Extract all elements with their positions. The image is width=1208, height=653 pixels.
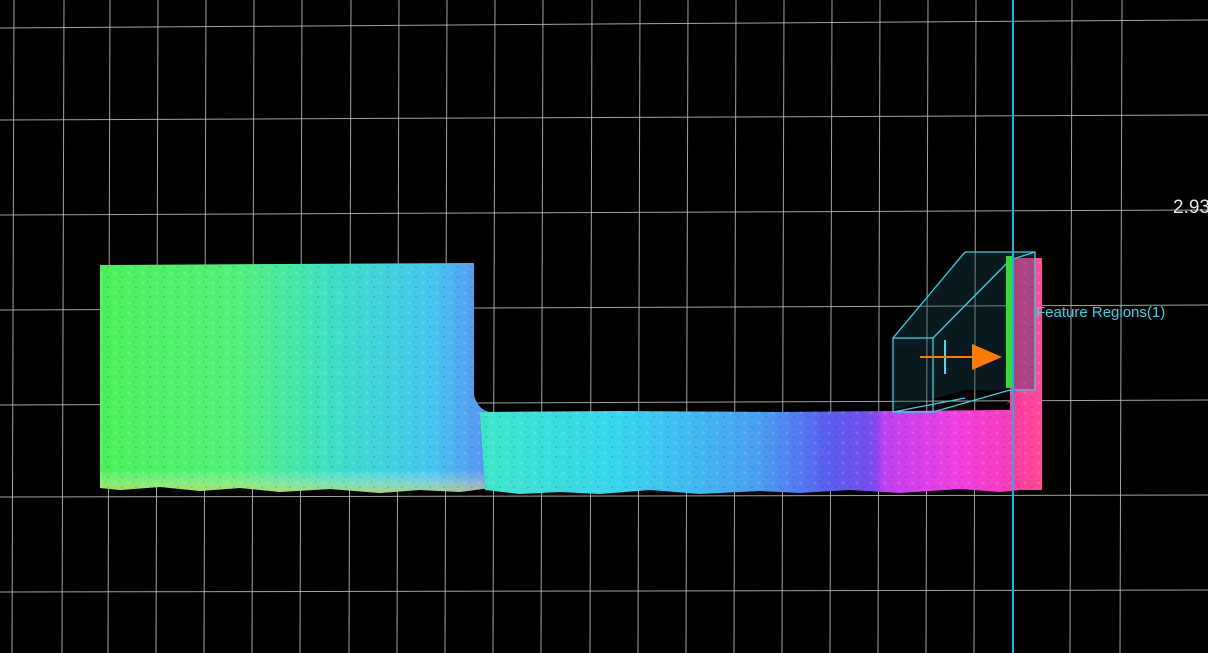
feature-regions-label[interactable]: Feature Regions(1) [1036, 304, 1165, 321]
3d-viewport[interactable] [0, 0, 1208, 653]
scale-value-label: 2.93 [1173, 197, 1208, 218]
